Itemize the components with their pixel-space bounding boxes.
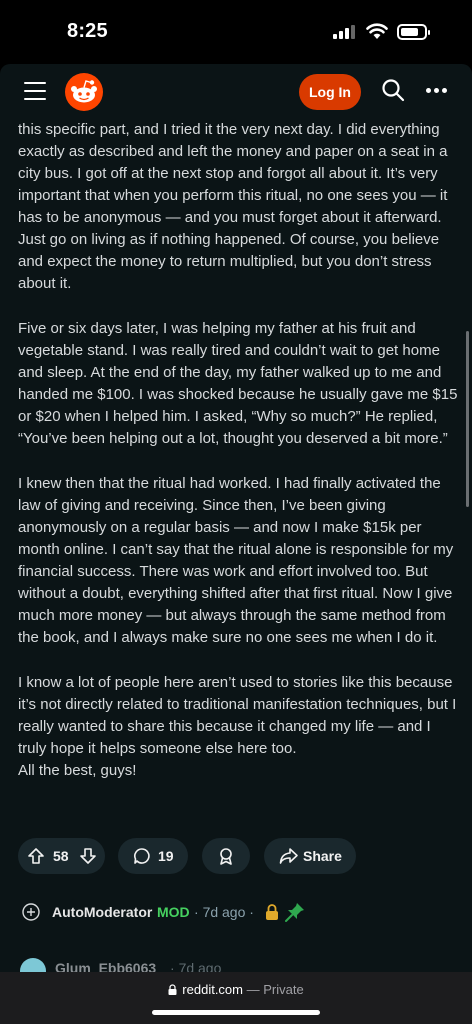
lock-icon — [168, 984, 177, 995]
comment-author[interactable]: Glum_Ebb6063 — [55, 960, 156, 972]
status-time: 8:25 — [67, 20, 108, 42]
hamburger-menu-icon[interactable] — [24, 82, 46, 100]
comment-time: 7d ago — [202, 904, 246, 920]
comments-button[interactable]: 19 — [118, 838, 188, 874]
comment-count: 19 — [158, 848, 174, 864]
upvote-icon[interactable] — [27, 847, 45, 865]
vote-count: 58 — [53, 848, 69, 864]
comment-timestamp: · 7d ago · — [194, 904, 254, 920]
cellular-signal-icon — [333, 25, 355, 39]
wifi-icon — [366, 23, 388, 39]
reddit-logo-icon[interactable] — [65, 73, 103, 111]
comment-icon — [134, 848, 150, 864]
post-content-area: this specific part, and I tried it the v… — [0, 120, 472, 972]
comment-timestamp: · 7d ago — [170, 960, 221, 972]
url-display[interactable]: reddit.com — Private — [0, 982, 472, 997]
lock-icon — [266, 904, 278, 920]
downvote-icon[interactable] — [79, 847, 97, 865]
post-paragraph: Five or six days later, I was helping my… — [18, 320, 458, 447]
comment-preview: Glum_Ebb6063 · 7d ago — [18, 958, 458, 972]
post-paragraph: I know a lot of people here aren’t used … — [18, 674, 457, 757]
post-paragraph: this specific part, and I tried it the v… — [18, 121, 448, 292]
post-signoff: All the best, guys! — [18, 762, 137, 779]
scrollbar[interactable] — [466, 331, 469, 507]
post-body: this specific part, and I tried it the v… — [18, 120, 458, 782]
browser-address-bar[interactable]: reddit.com — Private — [0, 972, 472, 1024]
more-options-icon[interactable] — [426, 88, 448, 94]
url-text: reddit.com — [182, 982, 243, 997]
home-indicator[interactable] — [152, 1010, 320, 1015]
status-bar: 8:25 — [0, 0, 472, 64]
award-button[interactable] — [202, 838, 250, 874]
mod-badge: MOD — [157, 904, 190, 920]
expand-comment-icon[interactable] — [22, 903, 40, 921]
search-icon[interactable] — [381, 78, 405, 102]
share-label: Share — [303, 848, 342, 864]
pin-icon — [285, 903, 304, 922]
top-navigation-bar: Log In — [0, 64, 472, 120]
award-icon — [220, 848, 232, 865]
battery-level — [401, 28, 418, 36]
private-label: — Private — [246, 982, 304, 997]
comment-time: 7d ago — [178, 960, 222, 972]
login-button[interactable]: Log In — [299, 74, 361, 110]
share-icon — [279, 848, 298, 864]
comment-header: AutoModerator MOD · 7d ago · — [22, 903, 462, 923]
comment-author[interactable]: AutoModerator — [52, 904, 152, 920]
share-button[interactable]: Share — [264, 838, 356, 874]
battery-icon — [397, 24, 430, 40]
avatar[interactable] — [20, 958, 46, 972]
post-paragraph: I knew then that the ritual had worked. … — [18, 475, 454, 646]
vote-control: 58 — [18, 838, 105, 874]
